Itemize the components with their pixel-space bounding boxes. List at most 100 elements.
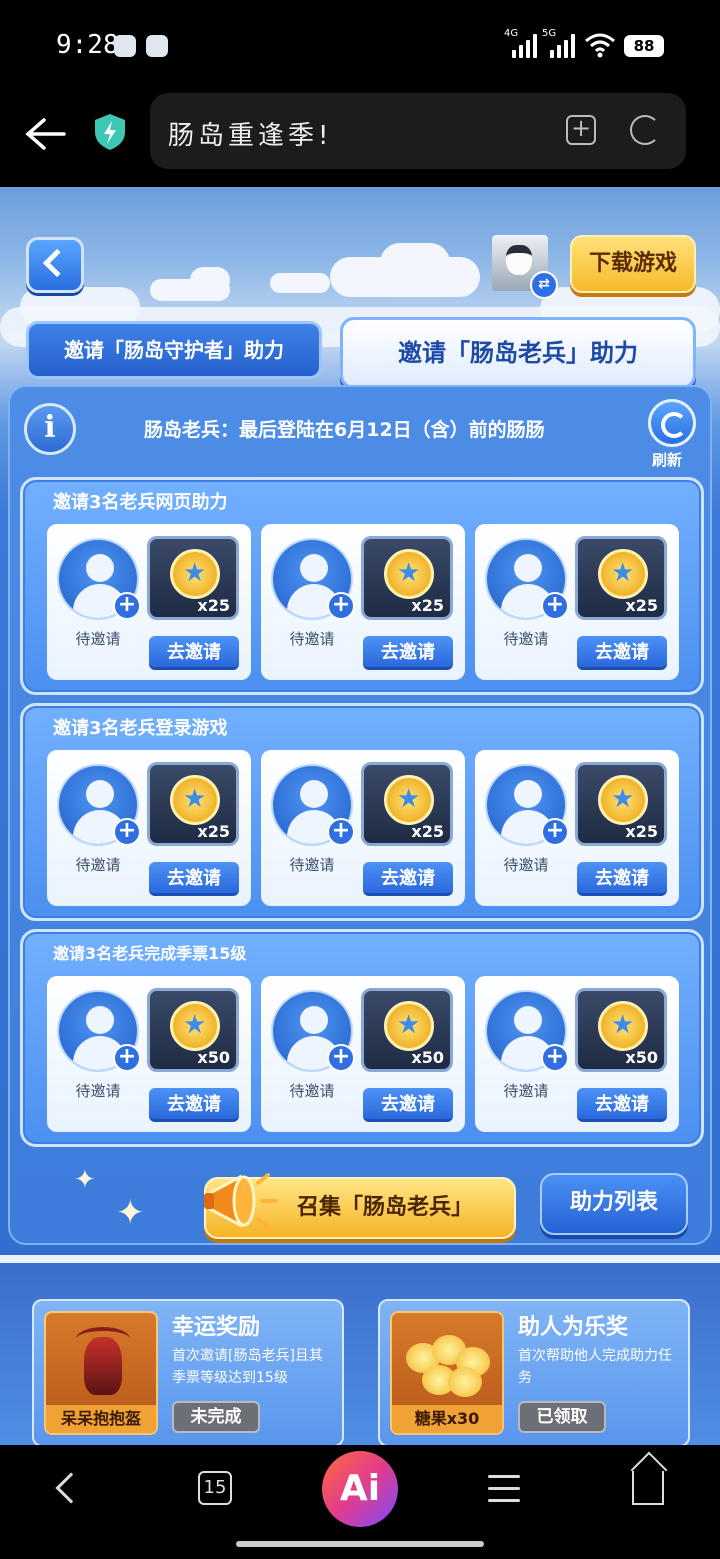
reward-thumbnail: 呆呆抱抱盔 (44, 1311, 158, 1435)
gesture-bar (236, 1541, 484, 1547)
browser-navbar: 15 Ai (0, 1445, 720, 1559)
reward-item: ★ x25 (147, 536, 239, 620)
invite-button[interactable]: 去邀请 (363, 636, 453, 670)
star-coin-icon: ★ (170, 549, 220, 599)
status-badge: 已领取 (518, 1401, 606, 1433)
invite-button[interactable]: 去邀请 (149, 1088, 239, 1122)
sparkle-icon: ✦ (74, 1165, 96, 1195)
invite-slot: + 待邀请 ★ x25 去邀请 (261, 750, 465, 906)
status-bar: 9:28 4G 5G 88 (0, 0, 720, 90)
pending-label: 待邀请 (503, 1082, 549, 1100)
helmet-icon (76, 1327, 130, 1395)
star-coin-icon: ★ (170, 775, 220, 825)
page-title: 肠岛重逢季! (168, 121, 333, 151)
refresh-icon[interactable] (648, 399, 696, 447)
reward-item: ★ x25 (575, 762, 667, 846)
star-coin-icon: ★ (384, 1001, 434, 1051)
star-coin-icon: ★ (170, 1001, 220, 1051)
invite-button[interactable]: 去邀请 (363, 862, 453, 896)
pending-label: 待邀请 (503, 630, 549, 648)
add-icon[interactable]: + (113, 1044, 141, 1072)
divider (0, 1255, 720, 1263)
card-title: 幸运奖励 (172, 1315, 261, 1340)
tab-veteran[interactable]: 邀请「肠岛老兵」助力 (340, 317, 696, 389)
menu-icon[interactable] (488, 1475, 520, 1503)
pending-label: 待邀请 (75, 1082, 121, 1100)
star-coin-icon: ★ (598, 1001, 648, 1051)
game-page: ⇄ 下载游戏 邀请「肠岛守护者」助力 邀请「肠岛老兵」助力 i 肠岛老兵：最后登… (0, 187, 720, 1445)
veteran-notice: 肠岛老兵：最后登陆在6月12日（含）前的肠肠 (144, 419, 545, 441)
task-title: 邀请3名老兵网页助力 (53, 492, 228, 513)
nav-back-icon[interactable] (55, 1472, 87, 1504)
star-coin-icon: ★ (384, 549, 434, 599)
pending-label: 待邀请 (75, 630, 121, 648)
add-icon[interactable]: + (327, 592, 355, 620)
invite-button[interactable]: 去邀请 (149, 636, 239, 670)
invite-button[interactable]: 去邀请 (577, 636, 667, 670)
star-coin-icon: ★ (598, 775, 648, 825)
back-arrow-icon[interactable] (24, 114, 66, 154)
reload-icon[interactable] (630, 115, 660, 145)
assist-list-button[interactable]: 助力列表 (540, 1173, 688, 1235)
reward-item: ★ x25 (361, 536, 453, 620)
task-card: 邀请3名老兵登录游戏 + 待邀请 ★ x25 去邀请 + 待邀请 ★ x25 去邀请… (20, 703, 704, 921)
game-back-button[interactable] (26, 237, 84, 293)
ai-assistant-button[interactable]: Ai (322, 1451, 398, 1527)
switch-account-icon[interactable]: ⇄ (530, 271, 558, 299)
download-game-button[interactable]: 下载游戏 (570, 235, 696, 293)
reward-item: ★ x50 (575, 988, 667, 1072)
notification-app-icon (146, 35, 168, 57)
invite-slot: + 待邀请 ★ x25 去邀请 (47, 750, 251, 906)
pending-label: 待邀请 (289, 856, 335, 874)
card-title: 助人为乐奖 (518, 1315, 629, 1340)
reward-item: ★ x50 (361, 988, 453, 1072)
add-icon[interactable]: + (541, 1044, 569, 1072)
add-icon[interactable]: + (541, 592, 569, 620)
task-title: 邀请3名老兵登录游戏 (53, 718, 228, 739)
invite-button[interactable]: 去邀请 (577, 1088, 667, 1122)
reward-item: ★ x25 (361, 762, 453, 846)
pending-label: 待邀请 (289, 630, 335, 648)
security-shield-icon[interactable] (92, 112, 128, 152)
browser-toolbar: 肠岛重逢季! + (0, 90, 720, 187)
add-icon[interactable]: + (541, 818, 569, 846)
add-icon[interactable]: + (113, 818, 141, 846)
invite-button[interactable]: 去邀请 (149, 862, 239, 896)
task-title: 邀请3名老兵完成季票15级 (53, 944, 247, 963)
invite-slot: + 待邀请 ★ x50 去邀请 (475, 976, 679, 1132)
status-badge: 未完成 (172, 1401, 260, 1433)
home-icon[interactable] (632, 1471, 664, 1505)
add-icon[interactable]: + (327, 818, 355, 846)
reward-thumbnail: 糖果x30 (390, 1311, 504, 1435)
pending-label: 待邀请 (289, 1082, 335, 1100)
add-icon[interactable]: + (327, 1044, 355, 1072)
reward-item: ★ x25 (575, 536, 667, 620)
signal-4g-icon: 4G (504, 28, 538, 58)
add-bookmark-icon[interactable]: + (566, 115, 596, 145)
wifi-icon (585, 33, 615, 58)
star-coin-icon: ★ (598, 549, 648, 599)
invite-button[interactable]: 去邀请 (577, 862, 667, 896)
invite-button[interactable]: 去邀请 (363, 1088, 453, 1122)
card-description: 首次邀请[肠岛老兵]且其季票等级达到15级 (172, 1348, 323, 1386)
address-bar[interactable]: 肠岛重逢季! + (150, 93, 686, 169)
tabs-count-button[interactable]: 15 (198, 1471, 232, 1505)
megaphone-icon (204, 1173, 278, 1229)
add-icon[interactable]: + (113, 592, 141, 620)
card-description: 首次帮助他人完成助力任务 (518, 1348, 672, 1386)
info-icon[interactable]: i (24, 403, 76, 455)
invite-tabs: 邀请「肠岛守护者」助力 邀请「肠岛老兵」助力 (0, 307, 720, 397)
sparkle-icon: ✦ (116, 1193, 145, 1233)
reward-item: ★ x25 (147, 762, 239, 846)
task-card: 邀请3名老兵完成季票15级 + 待邀请 ★ x50 去邀请 + 待邀请 ★ x50 … (20, 929, 704, 1147)
tab-guardian[interactable]: 邀请「肠岛守护者」助力 (26, 321, 322, 379)
invite-slot: + 待邀请 ★ x25 去邀请 (475, 524, 679, 680)
pending-label: 待邀请 (503, 856, 549, 874)
invite-slot: + 待邀请 ★ x50 去邀请 (261, 976, 465, 1132)
pending-label: 待邀请 (75, 856, 121, 874)
notification-app-icon (114, 35, 136, 57)
reward-card: 糖果x30 助人为乐奖 首次帮助他人完成助力任务 已领取 (378, 1299, 690, 1445)
battery-indicator: 88 (624, 35, 664, 57)
task-card: 邀请3名老兵网页助力 + 待邀请 ★ x25 去邀请 + 待邀请 ★ x25 去邀请… (20, 477, 704, 695)
star-coin-icon: ★ (384, 775, 434, 825)
